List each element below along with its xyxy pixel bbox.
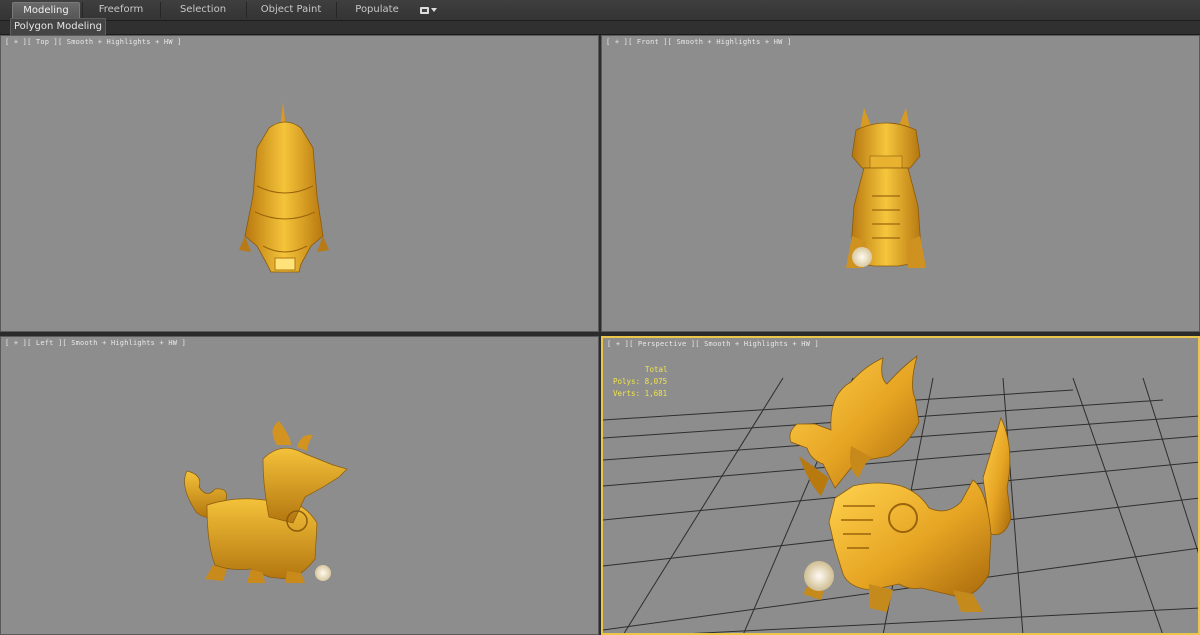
- viewport-front[interactable]: [ + ][ Front ][ Smooth + Highlights + HW…: [601, 35, 1200, 332]
- tab-separator: [336, 2, 337, 18]
- tab-populate[interactable]: Populate: [342, 2, 412, 18]
- dragon-model-front-view: [846, 108, 926, 268]
- display-icon: [420, 6, 429, 14]
- ribbon-tab-bar: Modeling Freeform Selection Object Paint…: [0, 0, 1200, 21]
- perspective-scene: [603, 354, 1198, 633]
- dragon-model-left-view: [184, 421, 348, 583]
- viewport-left[interactable]: [ + ][ Left ][ Smooth + Highlights + HW …: [0, 336, 599, 635]
- polygon-modeling-panel-button[interactable]: Polygon Modeling: [10, 18, 106, 36]
- tab-separator: [246, 2, 247, 18]
- ribbon-panel-bar: Polygon Modeling: [0, 18, 1200, 36]
- tab-freeform[interactable]: Freeform: [88, 2, 154, 18]
- viewport-top[interactable]: [ + ][ Top ][ Smooth + Highlights + HW ]: [0, 35, 599, 332]
- chevron-down-icon: [431, 8, 437, 12]
- tab-selection[interactable]: Selection: [166, 2, 240, 18]
- tab-separator: [160, 2, 161, 18]
- tab-object-paint[interactable]: Object Paint: [252, 2, 330, 18]
- viewport-perspective[interactable]: [ + ][ Perspective ][ Smooth + Highlight…: [601, 336, 1200, 635]
- display-dropdown-icon[interactable]: [420, 4, 442, 16]
- dragon-model-top-view: [239, 102, 329, 273]
- tab-separator: [82, 2, 83, 18]
